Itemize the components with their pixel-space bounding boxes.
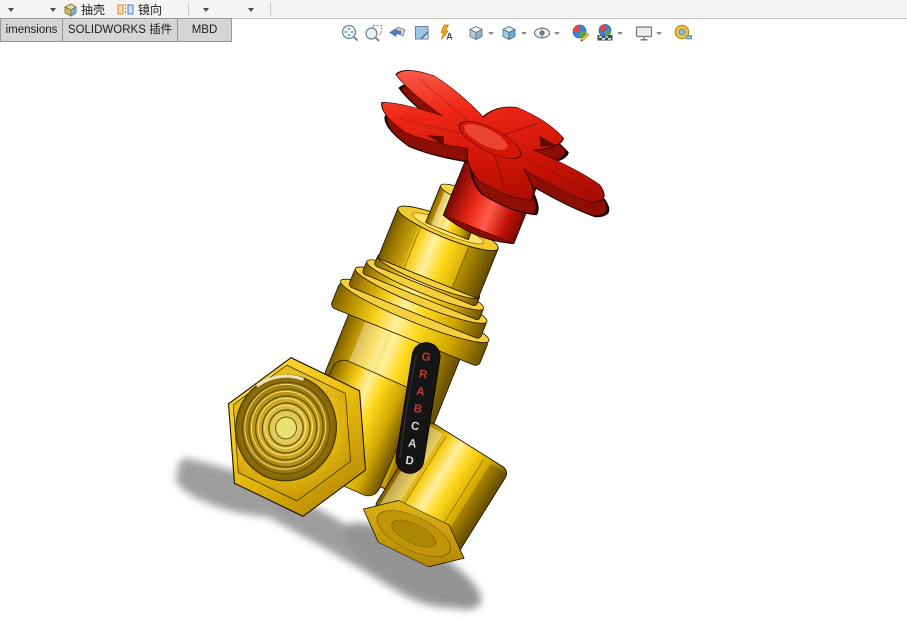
headsup-view-toolbar: A — [338, 21, 695, 45]
shell-label: 抽壳 — [81, 2, 106, 17]
hide-show-items-icon[interactable] — [531, 22, 553, 44]
command-toolbar: 抽壳 镜向 — [0, 0, 907, 19]
zoom-to-fit-icon[interactable] — [339, 22, 361, 44]
shell-icon — [64, 3, 77, 17]
graphics-area[interactable]: G R A B C A D — [0, 0, 907, 622]
toolbar-separator — [270, 2, 271, 16]
zoom-to-area-icon[interactable] — [363, 22, 385, 44]
tab-mbd[interactable]: MBD — [178, 18, 232, 42]
display-style-icon[interactable] — [498, 22, 520, 44]
view-settings-icon[interactable] — [633, 22, 655, 44]
valve-3d-view[interactable]: G R A B C A D — [0, 0, 907, 622]
hide-show-items-dropdown[interactable] — [554, 31, 560, 35]
toolbar-separator — [188, 2, 189, 16]
collapsed-flyout-caret[interactable] — [203, 8, 209, 12]
collapsed-flyout-caret[interactable] — [8, 8, 14, 12]
brand-letter: G — [421, 351, 432, 364]
collapsed-flyout-caret[interactable] — [50, 8, 56, 12]
mirror-label: 镜向 — [138, 2, 163, 17]
shell-button[interactable]: 抽壳 — [63, 0, 105, 18]
apply-scene-dropdown[interactable] — [617, 31, 623, 35]
display-style-dropdown[interactable] — [521, 31, 527, 35]
mirror-icon — [117, 3, 134, 15]
mirror-button[interactable]: 镜向 — [117, 0, 162, 18]
view-orientation-icon[interactable] — [465, 22, 487, 44]
view-settings-dropdown[interactable] — [656, 31, 662, 35]
apply-scene-icon[interactable] — [594, 22, 616, 44]
tab-dimensions[interactable]: imensions — [0, 18, 63, 42]
dynamic-annotation-views-icon[interactable]: A — [435, 22, 457, 44]
section-view-icon[interactable] — [411, 22, 433, 44]
collapsed-flyout-caret[interactable] — [248, 8, 254, 12]
solidworks-window: G R A B C A D 抽壳 镜向 imensions SOLIDWORKS… — [0, 0, 907, 622]
edit-appearance-icon[interactable] — [570, 22, 592, 44]
commandmanager-tabs: imensions SOLIDWORKS 插件 MBD — [0, 18, 232, 42]
svg-text:A: A — [446, 32, 453, 42]
view-orientation-dropdown[interactable] — [488, 31, 494, 35]
tab-solidworks-addins[interactable]: SOLIDWORKS 插件 — [63, 18, 178, 42]
tape-measure-icon[interactable] — [672, 22, 694, 44]
previous-view-icon[interactable] — [387, 22, 409, 44]
